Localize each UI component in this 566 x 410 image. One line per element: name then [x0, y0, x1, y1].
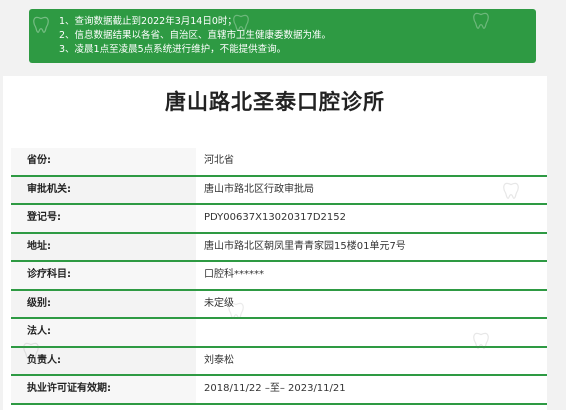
notice-line-1: 1、查询数据截止到2022年3月14日0时； [59, 16, 237, 27]
info-label: 执业许可证有效期: [11, 376, 196, 403]
info-row-address: 地址: 唐山市路北区朝凤里青青家园15楼01单元7号 [11, 233, 547, 262]
info-value: 河北省 [204, 155, 234, 166]
info-row-level: 级别: 未定级 [11, 290, 547, 319]
info-row-legal-person: 法人: [11, 319, 547, 348]
page: 1、查询数据截止到2022年3月14日0时； 2、信息数据结果以各省、自治区、直… [0, 0, 566, 410]
info-row-departments: 诊疗科目: 口腔科****** [11, 262, 547, 291]
info-value: 唐山市路北区朝凤里青青家园15楼01单元7号 [204, 240, 406, 252]
info-label: 诊疗科目: [11, 262, 196, 289]
info-label: 审批机关: [11, 176, 196, 203]
info-label: 级别: [11, 290, 196, 317]
info-row-responsible: 负责人: 刘泰松 [11, 347, 547, 376]
info-row-authority: 审批机关: 唐山市路北区行政审批局 [11, 176, 547, 205]
notice-line-3: 3、凌晨1点至凌晨5点系统进行维护，不能提供查询。 [59, 44, 287, 55]
info-value: 刘泰松 [204, 354, 234, 366]
notice-line-2: 2、信息数据结果以各省、自治区、直辖市卫生健康委数据为准。 [59, 30, 332, 41]
notice-banner: 1、查询数据截止到2022年3月14日0时； 2、信息数据结果以各省、自治区、直… [29, 9, 536, 63]
clinic-title: 唐山路北圣泰口腔诊所 [165, 90, 385, 114]
info-value: 2018/11/22 –至– 2023/11/21 [204, 383, 346, 394]
info-value: 未定级 [204, 297, 234, 309]
info-table: 省份: 河北省 审批机关: 唐山市路北区行政审批局 登记号: PDY00637X… [11, 148, 547, 405]
info-label: 登记号: [11, 205, 196, 232]
info-value: PDY00637X13020317D2152 [204, 212, 347, 223]
info-value: 唐山市路北区行政审批局 [204, 183, 314, 195]
clinic-card: 唐山路北圣泰口腔诊所 省份: 河北省 审批机关: 唐山市路北区行政审批局 登记号… [3, 76, 547, 410]
info-label: 法人: [11, 319, 196, 346]
info-label: 负责人: [11, 347, 196, 374]
info-label: 地址: [11, 233, 196, 260]
info-label: 省份: [11, 148, 196, 175]
info-row-license-validity: 执业许可证有效期: 2018/11/22 –至– 2023/11/21 [11, 376, 547, 405]
info-row-registration: 登记号: PDY00637X13020317D2152 [11, 205, 547, 234]
info-row-province: 省份: 河北省 [11, 148, 547, 177]
info-value: 口腔科****** [204, 269, 264, 280]
